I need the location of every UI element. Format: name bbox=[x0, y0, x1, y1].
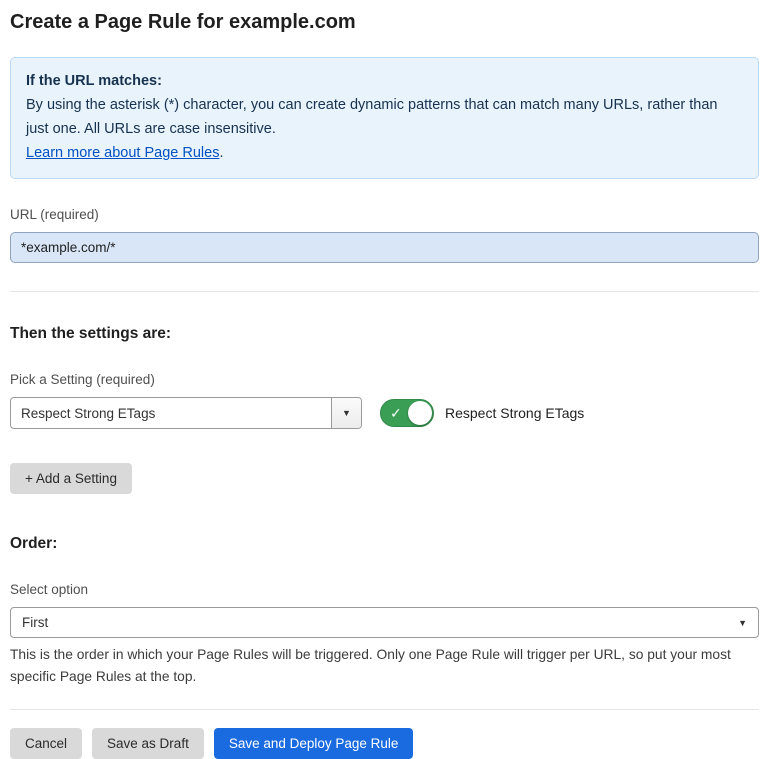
cancel-button[interactable]: Cancel bbox=[10, 728, 82, 759]
link-suffix: . bbox=[219, 145, 223, 161]
order-select-value: First bbox=[22, 615, 738, 630]
respect-strong-etags-toggle[interactable]: ✓ bbox=[380, 399, 434, 427]
url-field-label: URL (required) bbox=[10, 206, 759, 224]
info-box-body: By using the asterisk (*) character, you… bbox=[26, 93, 743, 141]
divider-top bbox=[10, 291, 759, 292]
url-input[interactable] bbox=[10, 232, 759, 263]
info-box-heading: If the URL matches: bbox=[26, 69, 743, 93]
toggle-knob bbox=[408, 401, 432, 425]
chevron-down-icon: ▼ bbox=[342, 408, 351, 418]
settings-section-heading: Then the settings are: bbox=[10, 324, 759, 344]
info-link-line: Learn more about Page Rules. bbox=[26, 141, 743, 165]
toggle-label: Respect Strong ETags bbox=[445, 405, 584, 421]
setting-select-value: Respect Strong ETags bbox=[11, 406, 331, 421]
order-select-label: Select option bbox=[10, 581, 759, 599]
order-select[interactable]: First ▼ bbox=[10, 607, 759, 638]
page-title: Create a Page Rule for example.com bbox=[10, 9, 759, 36]
url-match-info-box: If the URL matches: By using the asteris… bbox=[10, 57, 759, 179]
setting-select[interactable]: Respect Strong ETags ▼ bbox=[10, 397, 362, 429]
order-help-text: This is the order in which your Page Rul… bbox=[10, 644, 755, 688]
setting-row: Respect Strong ETags ▼ ✓ Respect Strong … bbox=[10, 397, 759, 429]
order-section-heading: Order: bbox=[10, 534, 759, 554]
action-bar: Cancel Save as Draft Save and Deploy Pag… bbox=[10, 728, 759, 759]
add-setting-button[interactable]: + Add a Setting bbox=[10, 463, 132, 494]
page-rule-form: Create a Page Rule for example.com If th… bbox=[0, 0, 769, 759]
divider-bottom bbox=[10, 709, 759, 710]
chevron-down-icon: ▼ bbox=[738, 618, 747, 628]
learn-more-link[interactable]: Learn more about Page Rules bbox=[26, 145, 219, 161]
check-icon: ✓ bbox=[390, 406, 402, 420]
save-draft-button[interactable]: Save as Draft bbox=[92, 728, 204, 759]
setting-select-caret-button[interactable]: ▼ bbox=[331, 398, 361, 428]
save-deploy-button[interactable]: Save and Deploy Page Rule bbox=[214, 728, 414, 759]
pick-setting-label: Pick a Setting (required) bbox=[10, 371, 759, 389]
